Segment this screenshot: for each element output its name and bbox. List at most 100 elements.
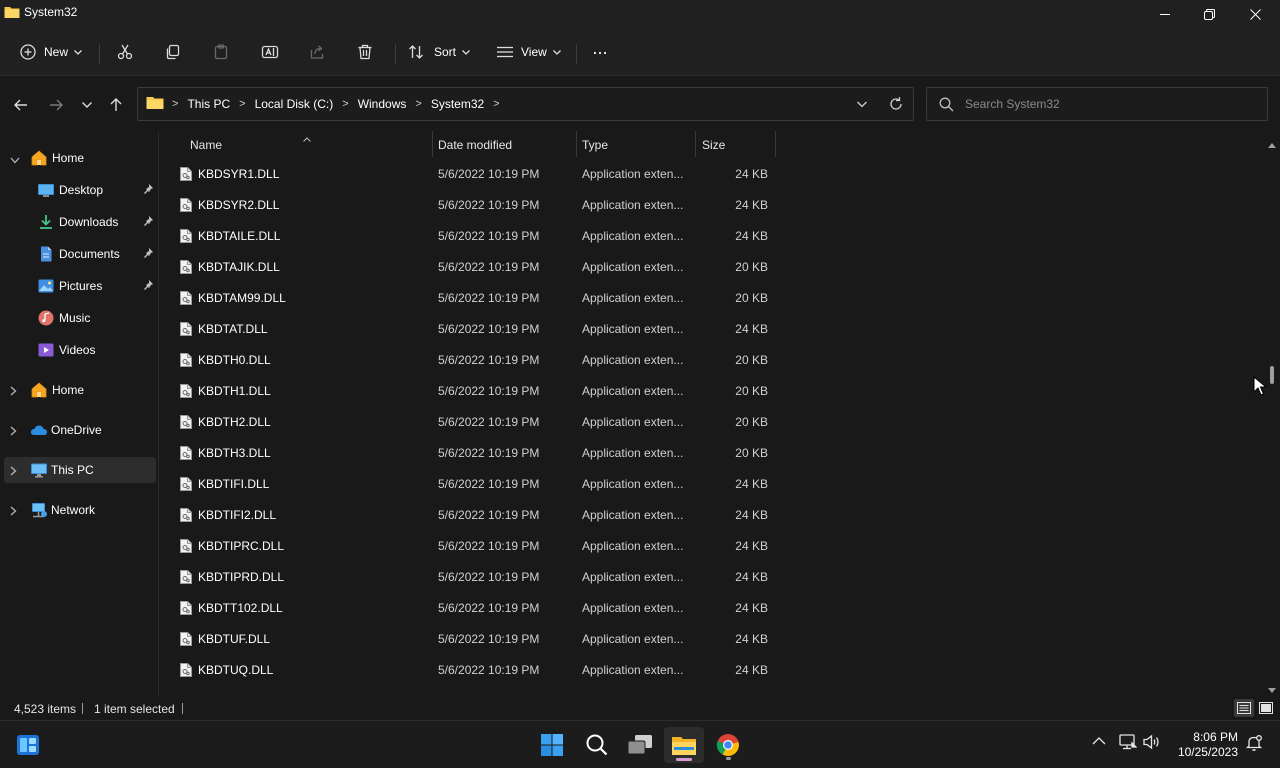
chevron-right-icon[interactable] xyxy=(10,505,17,519)
task-view-button[interactable] xyxy=(620,727,660,763)
table-row[interactable]: KBDSYR1.DLL 5/6/2022 10:19 PM Application … xyxy=(160,159,780,189)
chrome-taskbar-button[interactable] xyxy=(708,727,748,763)
search-taskbar-button[interactable] xyxy=(577,727,617,763)
column-header-name[interactable]: Name xyxy=(190,131,430,158)
scroll-thumb[interactable] xyxy=(1270,366,1274,384)
up-button[interactable] xyxy=(103,92,129,118)
table-row[interactable]: KBDTIFI.DLL 5/6/2022 10:19 PM Application … xyxy=(160,469,780,499)
chevron-right-icon[interactable]: > xyxy=(415,98,421,110)
column-divider[interactable] xyxy=(432,131,433,157)
clock-time: 8:06 PM xyxy=(1193,730,1238,744)
address-history-button[interactable] xyxy=(854,96,870,115)
chevron-down-icon[interactable] xyxy=(10,153,20,167)
table-row[interactable]: KBDTUF.DLL 5/6/2022 10:19 PM Application e… xyxy=(160,624,780,654)
table-row[interactable]: KBDTH3.DLL 5/6/2022 10:19 PM Application e… xyxy=(160,438,780,468)
breadcrumb-system32[interactable]: System32 xyxy=(431,97,484,111)
table-row[interactable]: KBDTIPRC.DLL 5/6/2022 10:19 PM Application… xyxy=(160,531,780,561)
restore-button[interactable] xyxy=(1186,0,1232,28)
sidebar-item-desktop[interactable]: Desktop xyxy=(4,177,156,203)
search-box[interactable] xyxy=(926,87,1268,121)
network-status-button[interactable] xyxy=(1119,734,1138,753)
chevron-right-icon[interactable]: > xyxy=(172,98,178,110)
table-row[interactable]: KBDTAT.DLL 5/6/2022 10:19 PM Application e… xyxy=(160,314,780,344)
sidebar-item-home[interactable]: Home xyxy=(4,145,156,171)
sidebar-item-home-2[interactable]: Home xyxy=(4,377,156,403)
start-button[interactable] xyxy=(532,727,572,763)
notifications-button[interactable] xyxy=(1245,734,1263,755)
vertical-scrollbar[interactable] xyxy=(1264,131,1280,696)
recent-locations-button[interactable] xyxy=(74,92,100,118)
column-header-date[interactable]: Date modified xyxy=(438,131,574,158)
refresh-button[interactable] xyxy=(888,96,904,115)
sidebar-item-documents[interactable]: Documents xyxy=(4,241,156,267)
sidebar-item-network[interactable]: Network xyxy=(4,497,156,523)
search-input[interactable] xyxy=(965,94,1255,114)
chevron-right-icon[interactable]: > xyxy=(493,98,499,110)
sidebar-item-music[interactable]: Music xyxy=(4,305,156,331)
paste-button[interactable] xyxy=(213,38,229,66)
back-button[interactable] xyxy=(8,92,34,118)
file-name: KBDTAILE.DLL xyxy=(198,229,281,243)
cut-button[interactable] xyxy=(117,38,133,66)
minimize-button[interactable] xyxy=(1142,0,1188,28)
table-row[interactable]: KBDTAM99.DLL 5/6/2022 10:19 PM Application… xyxy=(160,283,780,313)
column-header-type[interactable]: Type xyxy=(582,131,694,158)
sidebar-item-onedrive[interactable]: OneDrive xyxy=(4,417,156,443)
sidebar-item-this-pc[interactable]: This PC xyxy=(4,457,156,483)
table-row[interactable]: KBDTAILE.DLL 5/6/2022 10:19 PM Application… xyxy=(160,221,780,251)
new-button[interactable]: New xyxy=(20,38,82,66)
more-options-button[interactable]: ··· xyxy=(592,38,608,66)
column-divider[interactable] xyxy=(576,131,577,157)
sidebar-item-videos[interactable]: Videos xyxy=(4,337,156,363)
table-row[interactable]: KBDTT102.DLL 5/6/2022 10:19 PM Application… xyxy=(160,593,780,623)
breadcrumb-this-pc[interactable]: This PC xyxy=(187,97,230,111)
sidebar-item-downloads[interactable]: Downloads xyxy=(4,209,156,235)
toolbar-divider xyxy=(99,44,100,64)
file-type: Application exten... xyxy=(582,260,684,274)
chevron-down-icon xyxy=(552,49,561,55)
breadcrumb-windows[interactable]: Windows xyxy=(358,97,407,111)
column-divider[interactable] xyxy=(775,131,776,157)
pane-divider[interactable] xyxy=(158,131,159,696)
toolbar-divider xyxy=(395,44,396,64)
clock[interactable]: 8:06 PM 10/25/2023 xyxy=(1168,730,1238,760)
scroll-down-button[interactable] xyxy=(1267,684,1277,693)
widgets-button[interactable] xyxy=(8,727,48,763)
address-bar[interactable]: > This PC > Local Disk (C:) > Windows > … xyxy=(137,87,914,121)
close-button[interactable] xyxy=(1232,0,1278,28)
forward-button[interactable] xyxy=(43,92,69,118)
column-divider[interactable] xyxy=(695,131,696,157)
delete-button[interactable] xyxy=(357,38,373,66)
file-type: Application exten... xyxy=(582,508,684,522)
minimize-icon xyxy=(1160,14,1170,15)
chevron-right-icon[interactable]: > xyxy=(239,98,245,110)
file-date-modified: 5/6/2022 10:19 PM xyxy=(438,663,540,677)
table-row[interactable]: KBDSYR2.DLL 5/6/2022 10:19 PM Application … xyxy=(160,190,780,220)
copy-button[interactable] xyxy=(165,38,181,66)
table-row[interactable]: KBDTH0.DLL 5/6/2022 10:19 PM Application e… xyxy=(160,345,780,375)
chevron-right-icon[interactable] xyxy=(10,465,17,479)
tiles-view-button[interactable] xyxy=(1256,699,1276,717)
view-button[interactable]: View xyxy=(497,38,561,66)
file-explorer-taskbar-button[interactable] xyxy=(664,727,704,763)
column-header-label: Name xyxy=(190,137,223,152)
rename-button[interactable] xyxy=(261,38,279,66)
share-button[interactable] xyxy=(309,38,325,66)
scroll-up-button[interactable] xyxy=(1267,138,1277,148)
table-row[interactable]: KBDTAJIK.DLL 5/6/2022 10:19 PM Application… xyxy=(160,252,780,282)
show-hidden-icons-button[interactable] xyxy=(1092,735,1106,749)
table-row[interactable]: KBDTH1.DLL 5/6/2022 10:19 PM Application e… xyxy=(160,376,780,406)
details-view-button[interactable] xyxy=(1234,699,1254,717)
table-row[interactable]: KBDTIFI2.DLL 5/6/2022 10:19 PM Application… xyxy=(160,500,780,530)
table-row[interactable]: KBDTUQ.DLL 5/6/2022 10:19 PM Application e… xyxy=(160,655,780,685)
chevron-right-icon[interactable] xyxy=(10,385,17,399)
volume-button[interactable] xyxy=(1143,734,1161,753)
chevron-right-icon[interactable] xyxy=(10,425,17,439)
sort-button[interactable]: Sort xyxy=(408,38,470,66)
breadcrumb-local-disk[interactable]: Local Disk (C:) xyxy=(255,97,334,111)
table-row[interactable]: KBDTH2.DLL 5/6/2022 10:19 PM Application e… xyxy=(160,407,780,437)
table-row[interactable]: KBDTIPRD.DLL 5/6/2022 10:19 PM Application… xyxy=(160,562,780,592)
column-header-size[interactable]: Size xyxy=(702,131,772,158)
chevron-right-icon[interactable]: > xyxy=(342,98,348,110)
sidebar-item-pictures[interactable]: Pictures xyxy=(4,273,156,299)
